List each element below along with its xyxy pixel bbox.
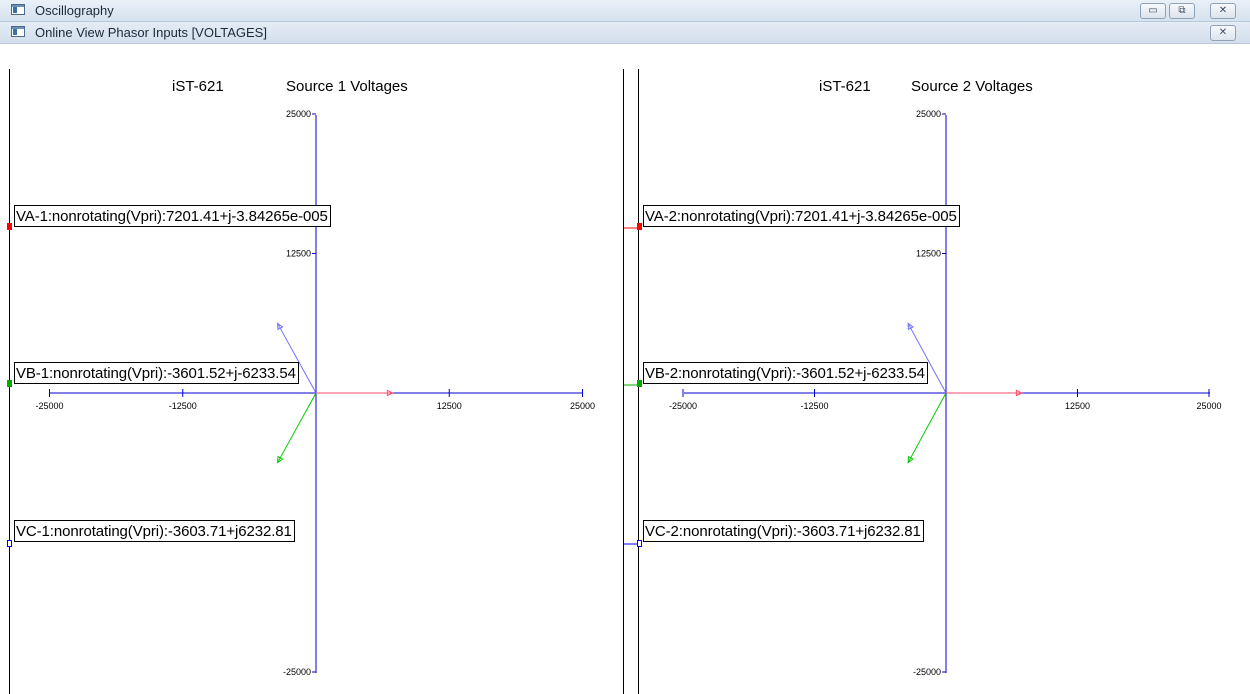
phasor-diagrams: -25000 -12500 12500 25000 25000 12500 -25000 -2… [35,109,1221,677]
x-tick-label-1-3: 25000 [570,401,595,411]
phasor-vb-2 [907,392,947,463]
y-tick-label-1-2: -25000 [283,667,311,677]
vc-1-marker [7,540,12,547]
va-1-marker [7,223,12,230]
x-tick-label-2-3: 25000 [1196,401,1221,411]
phasor-head-vb-1 [277,455,284,464]
y-tick-label-2-2: -25000 [913,667,941,677]
phasor-label-vb-1: VB-1:nonrotating(Vpri):-3601.52+j-6233.5… [14,362,299,384]
phasor-head-vb-2 [907,455,914,464]
y-tick-label-2-1: 12500 [916,249,941,259]
x-tick-label-1-1: -12500 [169,401,197,411]
phasor-label-vc-2: VC-2:nonrotating(Vpri):-3603.71+j6232.81 [643,520,924,542]
y-tick-label-1-1: 12500 [286,249,311,259]
vc-2-marker [637,540,642,547]
vb-2-marker [637,380,642,387]
y-tick-label-1-0: 25000 [286,109,311,119]
phasor-label-va-1: VA-1:nonrotating(Vpri):7201.41+j-3.84265… [14,205,331,227]
phasor-head-vc-2 [907,322,914,331]
phasor-head-vc-1 [277,322,284,331]
x-tick-label-1-0: -25000 [35,401,63,411]
phasor-label-vb-2: VB-2:nonrotating(Vpri):-3601.52+j-6233.5… [643,362,928,384]
phasor-vb-1 [277,392,317,463]
phasor-label-va-2: VA-2:nonrotating(Vpri):7201.41+j-3.84265… [643,205,960,227]
vb-1-marker [7,380,12,387]
x-tick-label-2-0: -25000 [669,401,697,411]
y-tick-label-2-0: 25000 [916,109,941,119]
phasor-label-vc-1: VC-1:nonrotating(Vpri):-3603.71+j6232.81 [14,520,295,542]
x-tick-label-2-2: 12500 [1065,401,1090,411]
x-tick-label-1-2: 12500 [437,401,462,411]
va-2-marker [637,223,642,230]
x-tick-label-2-1: -12500 [800,401,828,411]
